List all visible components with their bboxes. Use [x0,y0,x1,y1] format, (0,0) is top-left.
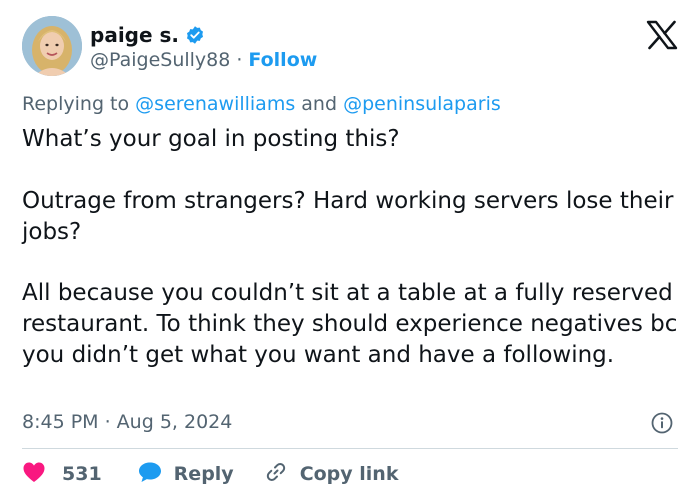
reply-label: Reply [173,463,234,485]
author-handle[interactable]: @PaigeSully88 [90,48,230,72]
verified-badge-icon [185,25,205,45]
heart-icon [22,461,46,488]
tweet-paragraph-1: What’s your goal in posting this? [22,126,400,152]
info-icon[interactable] [651,412,673,434]
tweet-timestamp[interactable]: 8:45 PM · Aug 5, 2024 [22,409,232,435]
author-name-row: paige s. [90,22,205,48]
divider [22,448,678,449]
speech-bubble-icon [138,461,162,488]
replying-conjunction: and [301,93,338,115]
mention-serenawilliams[interactable]: @serenawilliams [135,93,295,115]
tweet-card: paige s. @PaigeSully88 · Follow Replying… [0,0,700,502]
follow-button[interactable]: Follow [248,48,317,72]
like-button[interactable]: 531 [22,461,102,488]
mention-peninsulaparis[interactable]: @peninsulaparis [343,93,501,115]
action-bar: 531 Reply Copy link [22,459,398,489]
display-name[interactable]: paige s. [90,23,179,47]
x-logo-icon[interactable] [646,20,678,50]
separator-dot: · [236,49,243,71]
replying-prefix: Replying to [22,93,130,115]
reply-button[interactable]: Reply [138,461,234,488]
link-icon [264,460,288,489]
tweet-paragraph-2: Outrage from strangers? Hard working ser… [22,188,674,245]
like-count: 531 [62,463,102,485]
avatar[interactable] [22,16,82,76]
tweet-paragraph-3: All because you couldn’t sit at a table … [22,280,678,368]
replying-to-line: Replying to @serenawilliams and @peninsu… [22,91,501,117]
copy-link-button[interactable]: Copy link [264,460,399,489]
copy-link-label: Copy link [299,463,399,485]
author-handle-row: @PaigeSully88 · Follow [90,47,317,73]
